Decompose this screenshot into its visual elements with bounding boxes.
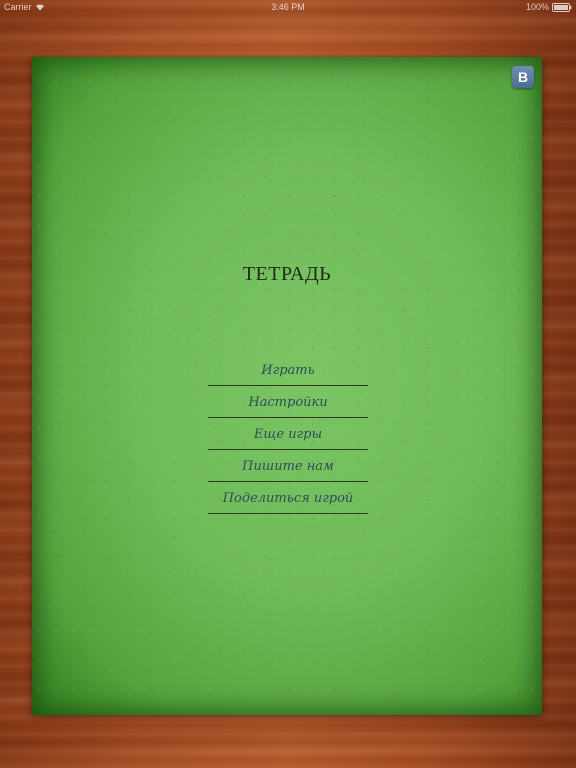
notebook-cover: B ТЕТРАДЬ Играть Настройки Еще игры Пиши… [32, 57, 542, 715]
menu-item-share-game[interactable]: Поделиться игрой [208, 482, 368, 514]
menu-item-contact-us[interactable]: Пишите нам [208, 450, 368, 482]
status-bar: Carrier 3:46 PM 100% [0, 0, 576, 14]
page-title: ТЕТРАДЬ [242, 263, 332, 285]
vk-share-button[interactable]: B [512, 66, 534, 88]
main-menu: Играть Настройки Еще игры Пишите нам Под… [208, 354, 368, 514]
status-time: 3:46 PM [271, 2, 305, 12]
menu-item-settings[interactable]: Настройки [208, 386, 368, 418]
status-right: 100% [526, 2, 572, 12]
menu-item-more-games[interactable]: Еще игры [208, 418, 368, 450]
battery-percent: 100% [525, 2, 549, 12]
menu-item-play[interactable]: Играть [208, 354, 368, 386]
battery-icon [552, 2, 572, 12]
